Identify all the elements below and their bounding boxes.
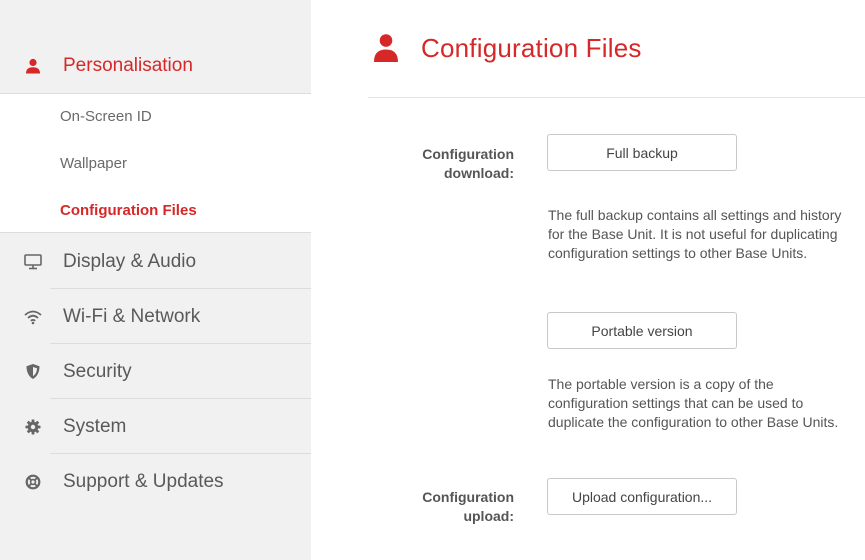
monitor-icon [24, 253, 42, 271]
sidebar-item-wifi-network[interactable]: Wi-Fi & Network [0, 289, 311, 344]
sidebar-item-label: Wi-Fi & Network [63, 305, 201, 327]
sidebar: Personalisation On-Screen ID Wallpaper C… [0, 0, 311, 560]
sidebar-item-label: Personalisation [63, 54, 193, 76]
user-icon [24, 57, 42, 75]
sidebar-item-label: Security [63, 360, 132, 382]
sidebar-item-support-updates[interactable]: Support & Updates [0, 454, 311, 509]
label-line: Configuration [422, 146, 514, 162]
sidebar-item-personalisation[interactable]: Personalisation [0, 38, 311, 93]
user-icon [374, 34, 398, 62]
sidebar-subitem-on-screen-id[interactable]: On-Screen ID [60, 108, 152, 125]
page-header: Configuration Files [373, 28, 642, 68]
sidebar-item-label: Support & Updates [63, 470, 224, 492]
personalisation-submenu: On-Screen ID Wallpaper Configuration Fil… [0, 93, 311, 233]
sidebar-item-label: Display & Audio [63, 250, 197, 272]
gear-icon [24, 418, 42, 436]
sidebar-subitem-configuration-files[interactable]: Configuration Files [60, 202, 197, 219]
sidebar-item-system[interactable]: System [0, 399, 311, 454]
lifebuoy-icon [24, 473, 42, 491]
upload-configuration-button[interactable]: Upload configuration... [547, 478, 737, 515]
sidebar-item-label: System [63, 415, 127, 437]
sidebar-subitem-wallpaper[interactable]: Wallpaper [60, 155, 127, 172]
page-title: Configuration Files [421, 32, 642, 63]
sidebar-item-display-audio[interactable]: Display & Audio [0, 234, 311, 289]
divider [368, 97, 865, 98]
label-line: Configuration [422, 489, 514, 505]
wifi-icon [24, 308, 42, 326]
configuration-upload-label: Configuration upload: [380, 488, 514, 526]
shield-icon [24, 363, 42, 381]
label-line: download: [444, 165, 514, 181]
full-backup-description: The full backup contains all settings an… [548, 207, 842, 261]
full-backup-button[interactable]: Full backup [547, 134, 737, 171]
portable-version-description: The portable version is a copy of the co… [548, 376, 839, 430]
label-line: upload: [463, 508, 514, 524]
configuration-download-label: Configuration download: [380, 145, 514, 183]
portable-version-button[interactable]: Portable version [547, 312, 737, 349]
sidebar-item-security[interactable]: Security [0, 344, 311, 399]
